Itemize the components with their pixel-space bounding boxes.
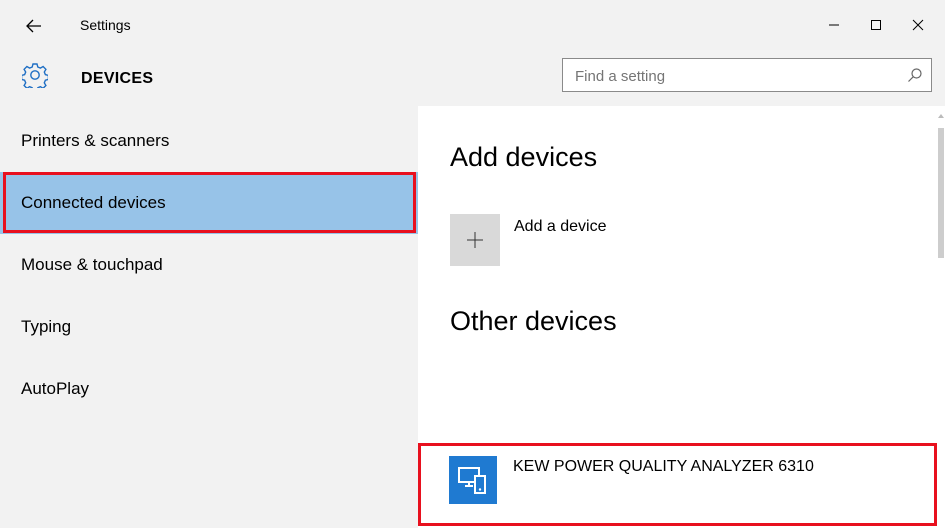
sidebar-item-label: Printers & scanners: [21, 131, 170, 150]
sidebar-item-typing[interactable]: Typing: [0, 296, 418, 358]
page-title: DEVICES: [81, 70, 154, 87]
add-devices-heading: Add devices: [450, 142, 598, 172]
close-icon: [912, 19, 924, 31]
maximize-button[interactable]: [856, 10, 896, 40]
minimize-icon: [829, 24, 839, 26]
other-devices-heading: Other devices: [450, 306, 617, 336]
sidebar-item-label: Connected devices: [21, 193, 166, 212]
sidebar-item-label: Mouse & touchpad: [21, 255, 163, 274]
search-icon[interactable]: [907, 67, 923, 83]
maximize-icon: [871, 20, 881, 30]
sidebar-nav: Printers & scanners Connected devices Mo…: [0, 106, 418, 528]
sidebar-item-autoplay[interactable]: AutoPlay: [0, 358, 418, 420]
device-icon: [449, 456, 497, 504]
back-arrow-icon: [26, 19, 41, 33]
sidebar-item-printers-scanners[interactable]: Printers & scanners: [0, 110, 418, 172]
monitor-phone-icon: [458, 467, 486, 494]
close-button[interactable]: [898, 10, 938, 40]
search-input[interactable]: [573, 64, 897, 88]
minimize-button[interactable]: [814, 10, 854, 40]
sidebar-item-label: AutoPlay: [21, 379, 90, 398]
add-device-button[interactable]: [450, 214, 500, 266]
add-device-label[interactable]: Add a device: [514, 218, 607, 236]
back-button[interactable]: [18, 12, 50, 40]
sidebar-item-label: Typing: [21, 317, 72, 336]
search-box[interactable]: [562, 58, 932, 92]
gear-icon: [22, 63, 48, 88]
scroll-up-arrow-icon[interactable]: [938, 112, 944, 120]
sidebar-item-mouse-touchpad[interactable]: Mouse & touchpad: [0, 234, 418, 296]
settings-window: Settings DEVICES Find a setting Printers…: [0, 0, 945, 528]
device-name: KEW POWER QUALITY ANALYZER 6310: [513, 458, 814, 475]
plus-icon: [467, 232, 483, 248]
scrollbar-thumb[interactable]: [938, 128, 944, 258]
window-title: Settings: [80, 17, 131, 33]
sidebar-item-connected-devices[interactable]: Connected devices: [0, 172, 418, 234]
title-bar: Settings: [0, 0, 945, 48]
